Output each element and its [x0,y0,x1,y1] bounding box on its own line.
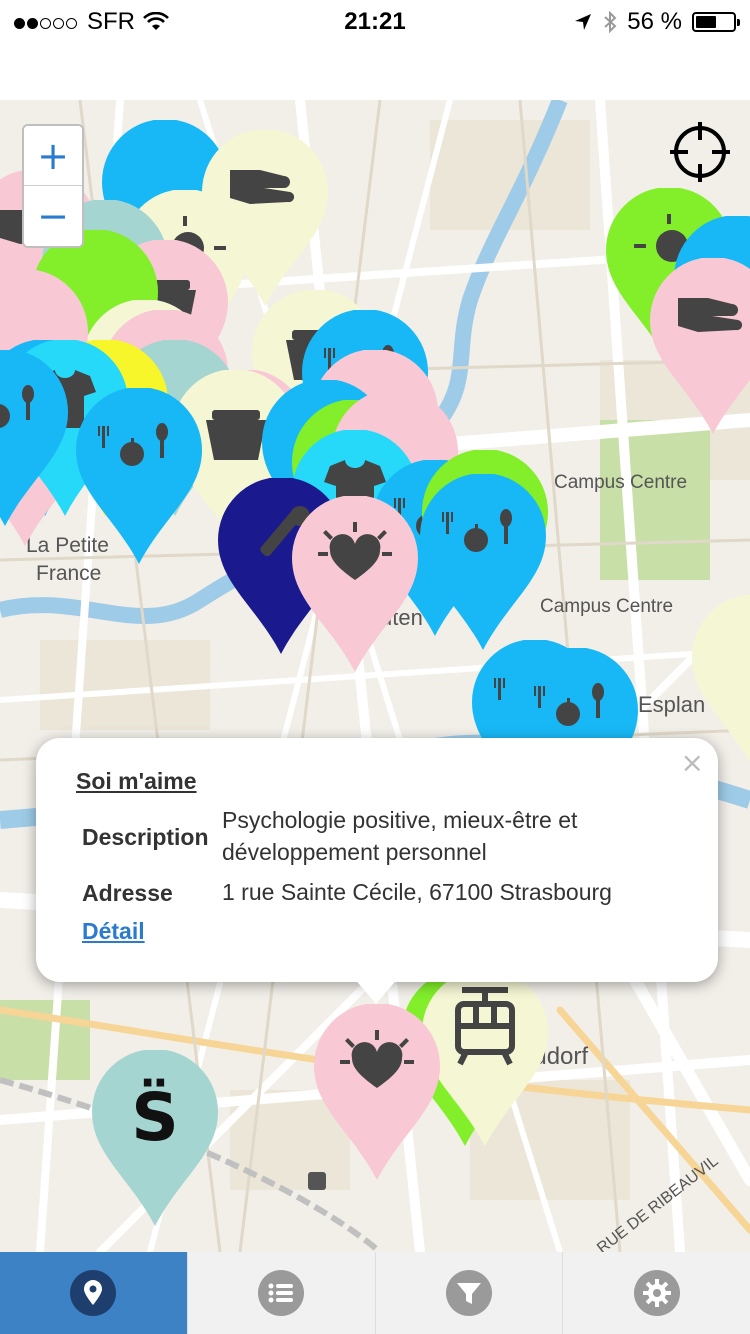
zoom-in-button[interactable]: + [24,126,82,186]
tab-settings[interactable] [562,1252,750,1334]
locate-me-icon[interactable] [668,120,732,184]
tab-map[interactable] [0,1252,187,1334]
detail-link[interactable]: Détail [82,918,145,945]
status-bar: SFR 21:21 56 % [0,0,750,40]
map-pin-icon [70,1270,117,1316]
zoom-control: + − [22,124,84,248]
address-value: 1 rue Sainte Cécile, 67100 Strasbourg [222,879,612,905]
popup-pointer [354,978,398,1004]
close-popup-button[interactable]: × [681,746,704,779]
status-right: 56 % [573,8,740,36]
filter-icon [445,1270,492,1316]
map-view[interactable]: La Petite France Campus Centre Campus Ce… [0,100,750,1252]
navigation-bar [0,40,750,100]
map-marker-heart-icon[interactable] [312,1004,442,1184]
map-label-campus-centre-2: Campus Centre [540,596,673,617]
tab-bar [0,1252,750,1334]
map-marker-heart-icon[interactable] [290,496,420,676]
map-label-campus-centre: Campus Centre [554,472,687,493]
info-popup: × Soi m'aime Description Psychologie pos… [36,738,718,982]
popup-title: Soi m'aime [76,768,197,794]
list-icon [258,1270,305,1316]
settings-icon [633,1270,680,1316]
map-marker-food-icon[interactable] [0,350,70,530]
description-line-1: Psychologie positive, mieux-être et [222,807,578,833]
description-line-2: développement personnel [222,839,487,865]
battery-percent: 56 % [627,8,682,35]
map-marker-hand-icon[interactable] [648,258,750,438]
description-label: Description [82,824,209,850]
battery-icon [692,12,740,32]
location-arrow-icon [575,14,592,30]
tab-filter[interactable] [374,1252,563,1334]
description-value: Psychologie positive, mieux-être et déve… [222,804,682,868]
map-marker-food-icon[interactable] [74,388,204,568]
battery-fill [696,16,716,28]
svg-text:S̈: S̈ [131,1079,179,1156]
zoom-out-button[interactable]: − [24,186,82,246]
map-marker-s-icon[interactable]: S̈ [90,1050,220,1230]
bluetooth-icon [604,11,617,33]
tab-list[interactable] [186,1252,375,1334]
address-label: Adresse [82,880,173,906]
map-marker-food-icon[interactable] [418,474,548,654]
